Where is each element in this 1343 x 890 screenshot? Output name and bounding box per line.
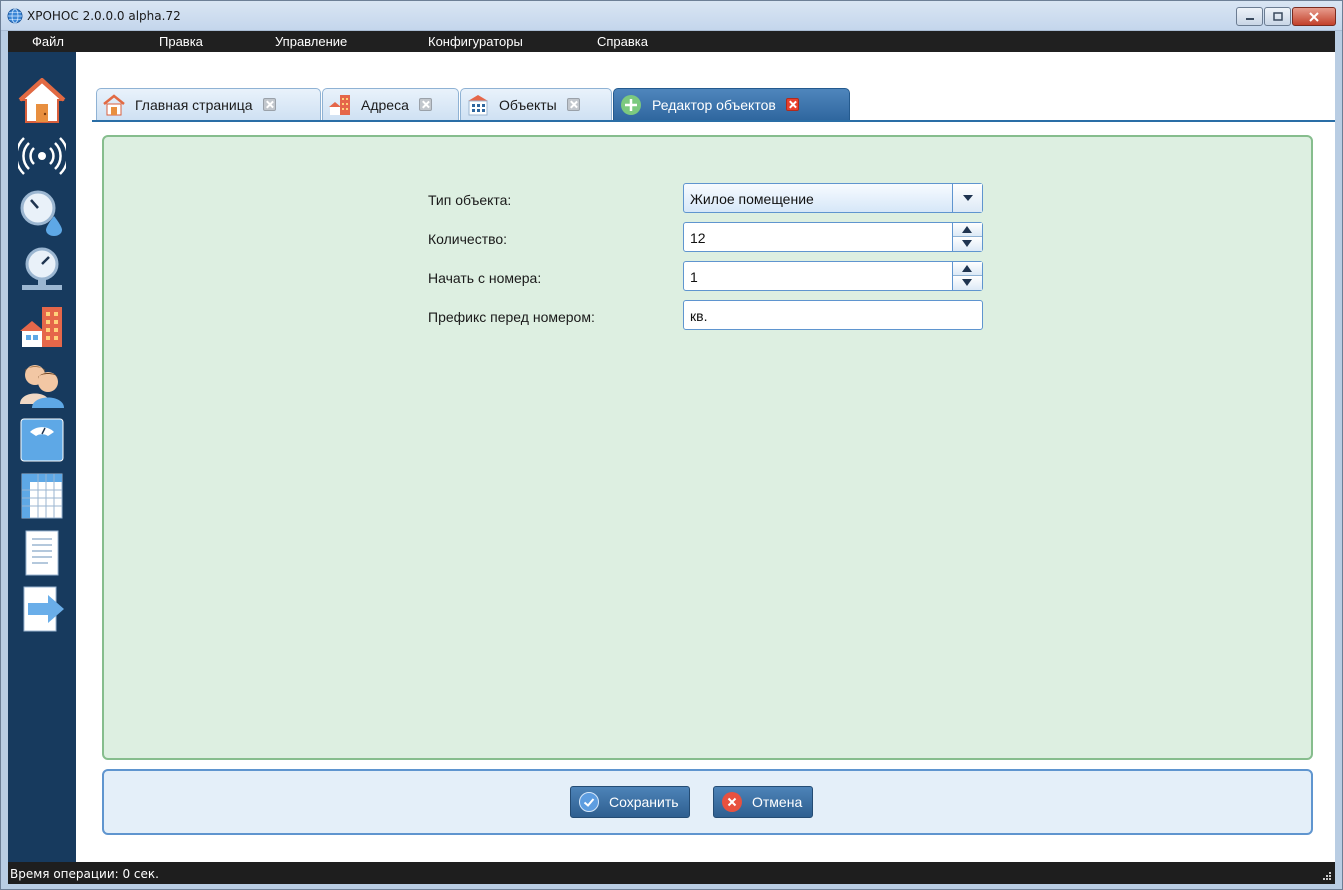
window-controls	[1235, 7, 1336, 26]
users-icon	[20, 365, 64, 408]
meter-drop-icon	[20, 190, 62, 236]
building-grid-icon	[468, 94, 488, 115]
menu-edit[interactable]: Правка	[159, 34, 203, 49]
tabs-underline	[92, 120, 1335, 122]
title-bar: ХРОНОС 2.0.0.0 alpha.72	[1, 1, 1342, 31]
tab-addresses[interactable]: Адреса	[322, 88, 459, 120]
sidebar-table-button[interactable]	[18, 472, 66, 520]
tab-addresses-label: Адреса	[361, 96, 409, 113]
action-buttons-panel: Сохранить Отмена	[102, 769, 1313, 835]
quantity-decrement-button[interactable]	[953, 237, 982, 251]
start-number-spin-buttons	[952, 262, 982, 290]
arrow-down-icon	[962, 279, 972, 286]
checkmark-icon	[579, 792, 599, 812]
add-circle-icon	[621, 94, 641, 115]
object-type-dropdown-button[interactable]	[952, 184, 982, 212]
quantity-value: 12	[690, 230, 706, 246]
home-icon	[103, 93, 125, 115]
object-editor-form: Тип объекта: Жилое помещение Количество:…	[102, 135, 1313, 760]
menu-file[interactable]: Файл	[32, 34, 64, 49]
save-button[interactable]: Сохранить	[570, 786, 690, 818]
sidebar-document-button[interactable]	[18, 529, 66, 577]
quantity-label: Количество:	[428, 231, 508, 247]
start-number-label: Начать с номера:	[428, 270, 542, 286]
quantity-stepper[interactable]: 12	[683, 222, 983, 252]
exit-arrow-icon	[23, 586, 64, 632]
minimize-icon	[1245, 17, 1254, 20]
tab-object-editor-label: Редактор объектов	[652, 96, 776, 113]
prefix-label: Префикс перед номером:	[428, 309, 595, 325]
tab-object-editor-close-button[interactable]	[785, 98, 799, 111]
start-number-decrement-button[interactable]	[953, 276, 982, 290]
prefix-value: кв.	[690, 308, 708, 324]
gauge-pipe-icon	[22, 247, 62, 290]
tab-home-close-button[interactable]	[262, 98, 276, 111]
start-number-value: 1	[690, 269, 698, 285]
home-door-icon	[18, 77, 66, 123]
arrow-down-icon	[962, 240, 972, 247]
sidebar-scale-button[interactable]	[18, 416, 66, 464]
status-bar: Время операции: 0 сек.	[8, 862, 1335, 884]
buildings-icon	[329, 94, 350, 115]
maximize-icon	[1272, 11, 1283, 21]
signal-icon	[15, 137, 69, 175]
document-icon	[25, 530, 59, 576]
sidebar-addresses-button[interactable]	[18, 303, 66, 351]
sidebar-users-button[interactable]	[18, 360, 66, 408]
save-button-label: Сохранить	[609, 794, 679, 810]
maximize-button[interactable]	[1264, 7, 1291, 26]
start-number-stepper[interactable]: 1	[683, 261, 983, 291]
tab-addresses-close-button[interactable]	[418, 98, 432, 111]
menu-bar: Файл Правка Управление Конфигураторы Спр…	[8, 31, 1335, 52]
sidebar-exit-button[interactable]	[18, 585, 66, 633]
prefix-input[interactable]: кв.	[683, 300, 983, 330]
start-number-increment-button[interactable]	[953, 262, 982, 276]
sidebar-home-button[interactable]	[18, 77, 66, 126]
sidebar-meter-button[interactable]	[18, 188, 66, 236]
app-window: ХРОНОС 2.0.0.0 alpha.72 Файл Правка Упра…	[0, 0, 1343, 890]
quantity-spin-buttons	[952, 223, 982, 251]
resize-grip-icon[interactable]	[1322, 871, 1332, 881]
quantity-increment-button[interactable]	[953, 223, 982, 237]
arrow-up-icon	[962, 265, 972, 272]
close-window-button[interactable]	[1292, 7, 1336, 26]
tab-objects-label: Объекты	[499, 96, 557, 113]
main-area: Главная страница Адреса Объекты Редактор…	[76, 52, 1335, 862]
tab-home-label: Главная страница	[135, 96, 253, 113]
sidebar-gauge-button[interactable]	[18, 246, 66, 294]
window-title: ХРОНОС 2.0.0.0 alpha.72	[27, 9, 181, 23]
sidebar	[8, 52, 76, 862]
menu-configurators[interactable]: Конфигураторы	[428, 34, 523, 49]
chevron-down-icon	[963, 195, 973, 201]
tab-object-editor[interactable]: Редактор объектов	[613, 88, 850, 120]
table-icon	[21, 473, 63, 519]
cancel-button-label: Отмена	[752, 794, 803, 810]
globe-icon	[7, 8, 23, 24]
object-type-label: Тип объекта:	[428, 192, 512, 208]
tab-home[interactable]: Главная страница	[96, 88, 321, 120]
menu-manage[interactable]: Управление	[275, 34, 347, 49]
close-icon	[1309, 11, 1319, 22]
menu-help[interactable]: Справка	[597, 34, 648, 49]
sidebar-signal-button[interactable]	[15, 132, 69, 180]
scale-icon	[20, 418, 64, 462]
object-type-value: Жилое помещение	[690, 191, 814, 207]
minimize-button[interactable]	[1236, 7, 1263, 26]
object-type-select[interactable]: Жилое помещение	[683, 183, 983, 213]
tab-objects[interactable]: Объекты	[460, 88, 612, 120]
status-text: Время операции: 0 сек.	[10, 867, 159, 881]
arrow-up-icon	[962, 226, 972, 233]
cancel-button[interactable]: Отмена	[713, 786, 814, 818]
tab-objects-close-button[interactable]	[566, 98, 580, 111]
cancel-icon	[722, 792, 742, 812]
buildings-icon	[20, 307, 62, 347]
